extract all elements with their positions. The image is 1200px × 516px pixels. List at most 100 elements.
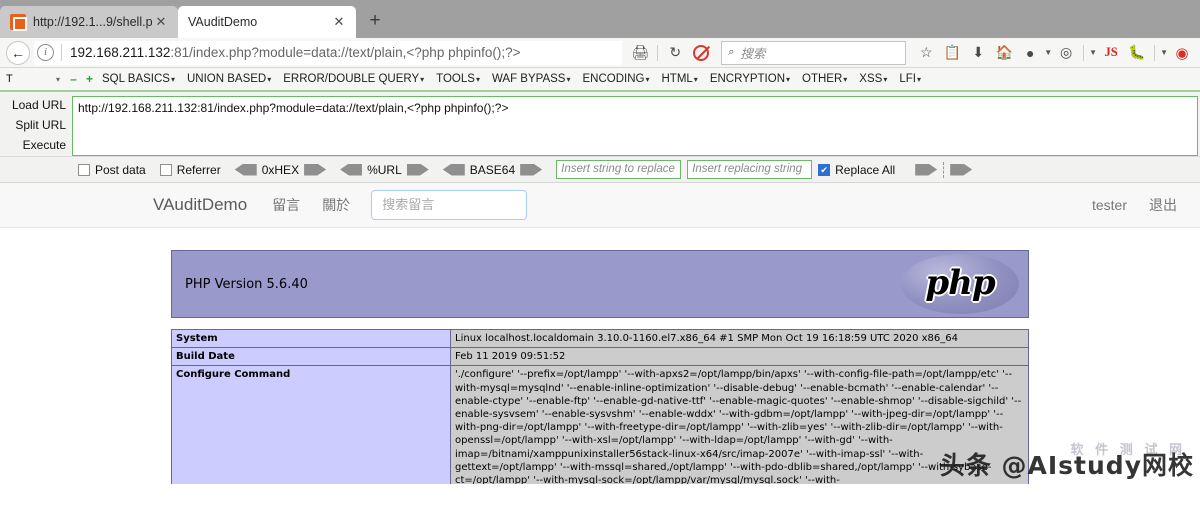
url-converter[interactable]: %URL [340,163,429,177]
noscript-icon[interactable] [689,41,713,65]
message-search-input[interactable]: 搜索留言 [371,190,527,220]
menu-label: SQL BASICS [102,73,170,85]
browser-tab-1[interactable]: http://192.1...9/shell.php ✕ [0,6,178,38]
bookmark-star-icon[interactable]: ☆ [914,41,938,65]
phpinfo-header: PHP Version 5.6.40 php [171,250,1029,318]
chevron-down-icon[interactable]: ▼ [1044,48,1052,57]
divider [61,44,62,61]
close-icon[interactable]: ✕ [152,13,170,31]
new-tab-button[interactable]: + [360,7,390,37]
divider [943,162,944,178]
hackbar-menu-error-double-query[interactable]: ERROR/DOUBLE QUERY▾ [277,73,430,85]
url-text: 192.168.211.132:81/index.php?module=data… [70,45,521,60]
row-key: Build Date [172,348,451,366]
remove-icon[interactable]: – [67,73,80,86]
add-icon[interactable]: + [83,73,96,86]
table-row: Build Date Feb 11 2019 09:51:52 [172,348,1029,366]
search-icon: ⌕ [728,46,734,59]
arrow-right-icon[interactable] [520,164,542,176]
hackbar-menu-waf-bypass[interactable]: WAF BYPASS▾ [486,73,577,85]
menu-label: LFI [899,73,916,85]
hackbar-menu-encryption[interactable]: ENCRYPTION▾ [704,73,796,85]
hackbar-actions: Load URL Split URL Execute [0,96,72,156]
split-url-button[interactable]: Split URL [15,118,66,132]
url-encode-label: %URL [367,163,402,177]
arrow-right-icon[interactable] [915,164,937,176]
hackbar-menu-lfi[interactable]: LFI▾ [893,73,927,85]
nav-item-about[interactable]: 關於 [311,195,361,215]
hackbar-body: Load URL Split URL Execute http://192.16… [0,92,1200,157]
chevron-down-icon: ▾ [645,75,649,84]
sync-icon[interactable]: ◉ [1170,41,1194,65]
url-host: 192.168.211.132 [70,45,170,60]
chevron-down-icon[interactable]: ▼ [1089,48,1097,57]
table-row: System Linux localhost.localdomain 3.10.… [172,330,1029,348]
nav-item-messages[interactable]: 留言 [261,195,311,215]
hackbar-url-textarea[interactable]: http://192.168.211.132:81/index.php?modu… [72,96,1198,156]
downloads-icon[interactable]: ⬇ [966,41,990,65]
hackbar-menu-encoding[interactable]: ENCODING▾ [576,73,655,85]
bug-icon[interactable]: 🐛 [1125,41,1149,65]
row-value: './configure' '--prefix=/opt/lampp' '--w… [451,366,1029,484]
row-value: Linux localhost.localdomain 3.10.0-1160.… [451,330,1029,348]
search-input[interactable]: ⌕ 搜索 [721,41,906,65]
close-icon[interactable]: ✕ [330,13,348,31]
watermark-subtext: 软 件 测 试 网 [1071,439,1186,458]
tab-title: VAuditDemo [188,15,330,29]
replace-to-input[interactable]: Insert replacing string [687,160,812,179]
arrow-left-icon[interactable] [235,164,257,176]
logout-link[interactable]: 退出 [1138,195,1188,215]
base64-converter[interactable]: BASE64 [443,163,542,177]
hackbar-menu-sql-basics[interactable]: SQL BASICS▾ [96,73,181,85]
arrow-right-icon[interactable] [407,164,429,176]
hackbar-menu-other[interactable]: OTHER▾ [796,73,853,85]
printer-icon[interactable]: 🖨 [628,41,652,65]
replace-from-input[interactable]: Insert string to replace [556,160,681,179]
arrow-left-icon[interactable] [443,164,465,176]
cookie-icon[interactable]: ◎ [1054,41,1078,65]
js-icon[interactable]: JS [1099,41,1123,65]
hackbar-menu-html[interactable]: HTML▾ [655,73,703,85]
row-key: Configure Command [172,366,451,484]
hackbar-profile-select[interactable]: T ▾ [2,73,64,85]
table-row: Configure Command './configure' '--prefi… [172,366,1029,484]
chevron-down-icon[interactable]: ▼ [1160,48,1168,57]
hackbar-menu-xss[interactable]: XSS▾ [853,73,893,85]
current-user[interactable]: tester [1081,197,1138,213]
browser-tabstrip: http://192.1...9/shell.php ✕ VAuditDemo … [0,0,1200,38]
site-brand[interactable]: VAuditDemo [139,195,261,215]
url-path: :81/index.php?module=data://text/plain,<… [170,45,520,60]
hackbar-menu-tools[interactable]: TOOLS▾ [430,73,486,85]
xampp-icon [10,14,26,30]
page-content: PHP Version 5.6.40 php System Linux loca… [0,228,1200,484]
php-logo-text: php [925,263,994,303]
post-data-checkbox[interactable]: Post data [78,163,146,177]
arrow-right-icon[interactable] [304,164,326,176]
load-url-button[interactable]: Load URL [12,98,66,112]
hex-label: 0xHEX [262,163,299,177]
arrow-right-icon[interactable] [950,164,972,176]
reload-icon[interactable]: ↻ [663,41,687,65]
referrer-checkbox[interactable]: Referrer [160,163,221,177]
php-version-label: PHP Version 5.6.40 [185,277,308,292]
menu-label: OTHER [802,73,842,85]
checkbox-box [160,164,172,176]
reader-icon[interactable]: 📋 [940,41,964,65]
hex-converter[interactable]: 0xHEX [235,163,326,177]
menu-label: TOOLS [436,73,475,85]
home-icon[interactable]: 🏠 [992,41,1016,65]
chevron-down-icon: ▾ [476,75,480,84]
menu-label: WAF BYPASS [492,73,566,85]
arrow-left-icon[interactable] [340,164,362,176]
hackbar-menu-union-based[interactable]: UNION BASED▾ [181,73,277,85]
browser-tab-2[interactable]: VAuditDemo ✕ [178,6,356,38]
chevron-down-icon: ▾ [786,75,790,84]
row-key: System [172,330,451,348]
browser-navbar: ← i 192.168.211.132:81/index.php?module=… [0,38,1200,68]
back-icon[interactable]: ← [6,41,30,65]
account-icon[interactable]: ● [1018,41,1042,65]
page-info-icon[interactable]: i [37,44,54,61]
execute-button[interactable]: Execute [23,138,66,152]
url-bar[interactable]: i 192.168.211.132:81/index.php?module=da… [34,41,622,65]
replace-all-checkbox[interactable]: ✔ Replace All [818,163,895,177]
